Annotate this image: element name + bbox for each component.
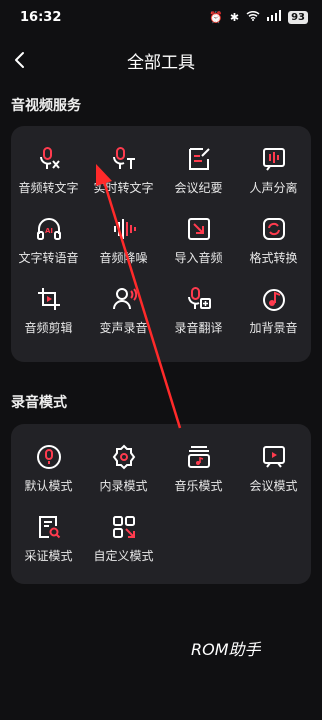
tool-text-to-speech[interactable]: AI 文字转语音 [11,208,86,278]
chevron-left-icon [15,52,24,68]
tool-audio-to-text[interactable]: 音频转文字 [11,138,86,208]
record-modes-panel: 默认模式 内录模式 音乐模式 会议模式 采证模式 自定义模式 [11,424,311,584]
section-title-av-services: 音视频服务 [11,98,81,114]
status-bar: 16:32 ⏰ ✱ 93 [0,0,322,34]
tool-label: 音频剪辑 [24,321,73,335]
tool-label: 格式转换 [249,251,298,265]
vocal-separation-icon [262,148,285,171]
internal-record-icon [112,444,135,470]
evidence-mode-icon [38,516,60,539]
nav-header: 全部工具 [0,40,322,80]
tool-label: 人声分离 [249,181,298,195]
av-services-panel: 音频转文字 实时转文字 会议纪要 人声分离 AI 文字转语音 音频降噪 导入音频 [11,126,311,362]
text-to-speech-icon: AI [36,218,61,240]
mode-meeting[interactable]: 会议模式 [236,436,311,506]
bluetooth-icon: ✱ [229,10,240,24]
mode-evidence[interactable]: 采证模式 [11,506,86,576]
realtime-transcribe-icon [112,147,135,169]
tool-label: 变声录音 [99,321,148,335]
section-title-record-modes: 录音模式 [11,395,67,411]
mode-music[interactable]: 音乐模式 [161,436,236,506]
tool-label: 采证模式 [24,549,73,563]
tool-label: 音频降噪 [99,251,148,265]
wifi-icon [246,10,260,24]
record-modes-grid: 默认模式 内录模式 音乐模式 会议模式 采证模式 自定义模式 [11,436,311,576]
tool-voice-change[interactable]: 变声录音 [86,278,161,348]
meeting-mode-icon [262,446,285,468]
tool-audio-clip[interactable]: 音频剪辑 [11,278,86,348]
voice-change-icon [112,288,137,310]
audio-clip-icon [37,288,60,310]
tool-label: 音乐模式 [174,479,223,493]
tool-label: 会议模式 [249,479,298,493]
tool-background-music[interactable]: 加背景音 [236,278,311,348]
svg-text:AI: AI [45,227,53,235]
back-button[interactable] [8,48,32,72]
tool-noise-reduction[interactable]: 音频降噪 [86,208,161,278]
noise-reduction-icon [113,219,136,239]
mode-custom[interactable]: 自定义模式 [86,506,161,576]
tool-recording-translate[interactable]: 录音翻译 [161,278,236,348]
mode-default[interactable]: 默认模式 [11,436,86,506]
tool-label: 加背景音 [249,321,298,335]
meeting-notes-icon [188,148,210,170]
custom-mode-icon [112,516,135,538]
tool-vocal-separation[interactable]: 人声分离 [236,138,311,208]
tool-label: 内录模式 [99,479,148,493]
signal-icon [267,10,282,24]
tool-format-convert[interactable]: 格式转换 [236,208,311,278]
default-mode-icon [36,445,61,469]
tool-realtime-transcribe[interactable]: 实时转文字 [86,138,161,208]
recording-translate-icon [187,287,211,309]
tool-import-audio[interactable]: 导入音频 [161,208,236,278]
page-title: 全部工具 [127,52,195,73]
status-icons: ⏰ ✱ 93 [209,10,308,24]
tool-label: 音频转文字 [18,181,79,195]
tool-label: 会议纪要 [174,181,223,195]
tool-meeting-notes[interactable]: 会议纪要 [161,138,236,208]
background-music-icon [262,289,285,311]
battery-indicator: 93 [288,10,308,24]
tool-label: 自定义模式 [93,549,154,563]
music-mode-icon [187,446,210,468]
mode-internal-record[interactable]: 内录模式 [86,436,161,506]
tool-label: 默认模式 [24,479,73,493]
status-time: 16:32 [20,9,62,25]
tool-label: 录音翻译 [174,321,223,335]
import-audio-icon [187,218,210,240]
tool-label: 文字转语音 [18,251,79,265]
av-services-grid: 音频转文字 实时转文字 会议纪要 人声分离 AI 文字转语音 音频降噪 导入音频 [11,138,311,348]
watermark: ROM助手 [191,640,261,659]
tool-label: 导入音频 [174,251,223,265]
format-convert-icon [262,218,285,240]
audio-to-text-icon [39,147,60,169]
tool-label: 实时转文字 [93,181,154,195]
alarm-off-icon: ⏰ [209,10,223,24]
